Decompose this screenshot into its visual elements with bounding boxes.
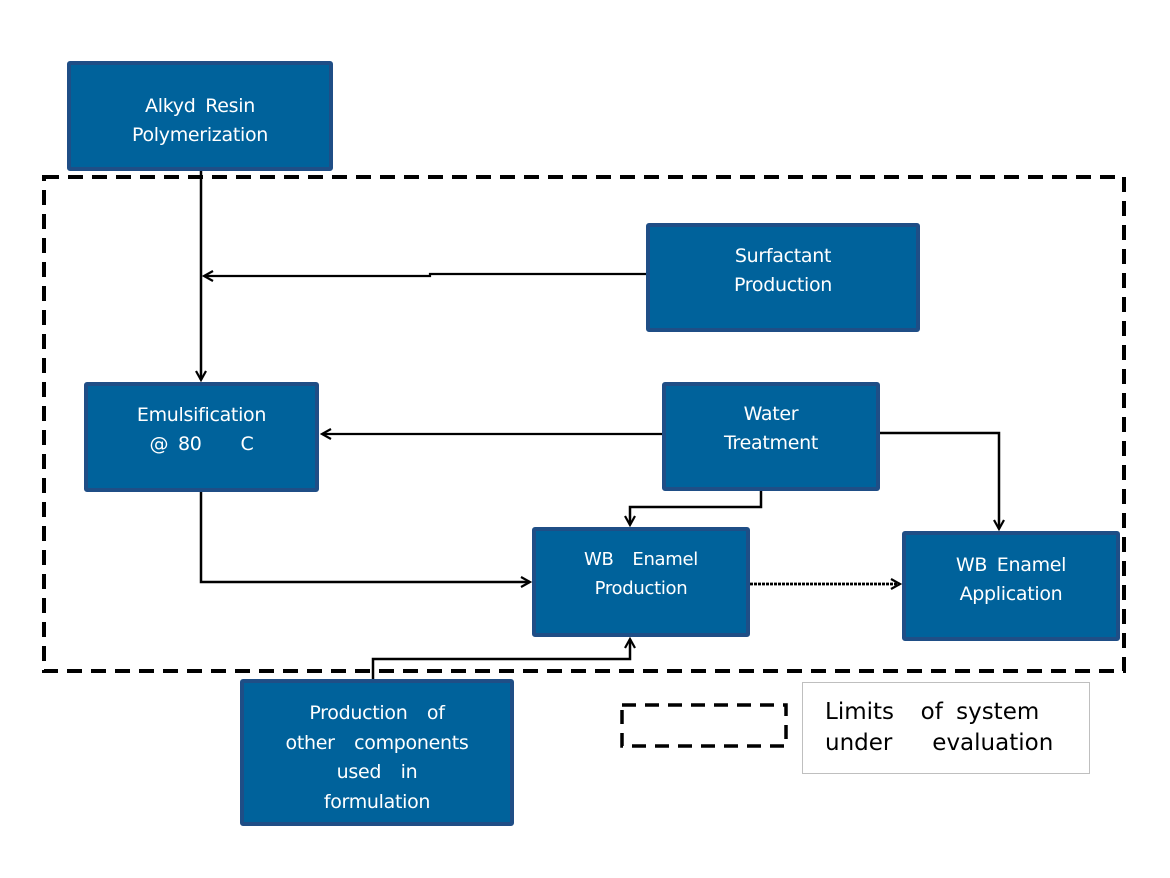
node-water-treatment: Water Treatment	[662, 382, 880, 491]
node-alkyd-resin-polymerization: Alkyd Resin Polymerization	[67, 61, 333, 171]
legend-dashed-symbol	[620, 703, 788, 748]
node-label: Emulsification	[136, 404, 267, 426]
node-label: formulation	[323, 790, 431, 813]
node-wb-enamel-production: WB Enamel Production	[532, 527, 750, 637]
edge-water-to-enamel-application	[880, 431, 999, 529]
node-wb-enamel-application: WB Enamel Application	[902, 531, 1120, 641]
node-label: Production of	[309, 702, 445, 724]
edge-water-to-enamel-production	[630, 491, 763, 525]
node-label: WB Enamel	[583, 549, 698, 570]
node-label: used in	[336, 761, 418, 783]
node-label: Production	[594, 578, 688, 599]
node-label: Alkyd Resin	[145, 95, 255, 117]
node-label: Water	[743, 403, 799, 425]
node-label: WB Enamel	[955, 554, 1067, 576]
node-surfactant-production: Surfactant Production	[646, 223, 920, 332]
node-label: @ 80 C	[149, 433, 254, 455]
node-label: Polymerization	[131, 124, 269, 146]
edge-emulsification-to-enamel-production	[199, 492, 530, 582]
node-label: other components	[285, 731, 469, 754]
edge-surfactant-to-emulsification	[204, 274, 646, 276]
node-label: Surfactant	[734, 245, 832, 267]
node-emulsification: Emulsification @ 80 C	[84, 382, 319, 492]
node-label: Application	[959, 583, 1063, 605]
legend-label-box: Limits of system under evaluation	[802, 682, 1090, 774]
node-label: Production	[733, 274, 833, 296]
legend-label: under evaluation	[825, 730, 1054, 756]
legend-label: Limits of system	[825, 699, 1040, 725]
node-other-components-production: Production of other components used in f…	[240, 679, 514, 826]
node-label: Treatment	[724, 432, 818, 454]
